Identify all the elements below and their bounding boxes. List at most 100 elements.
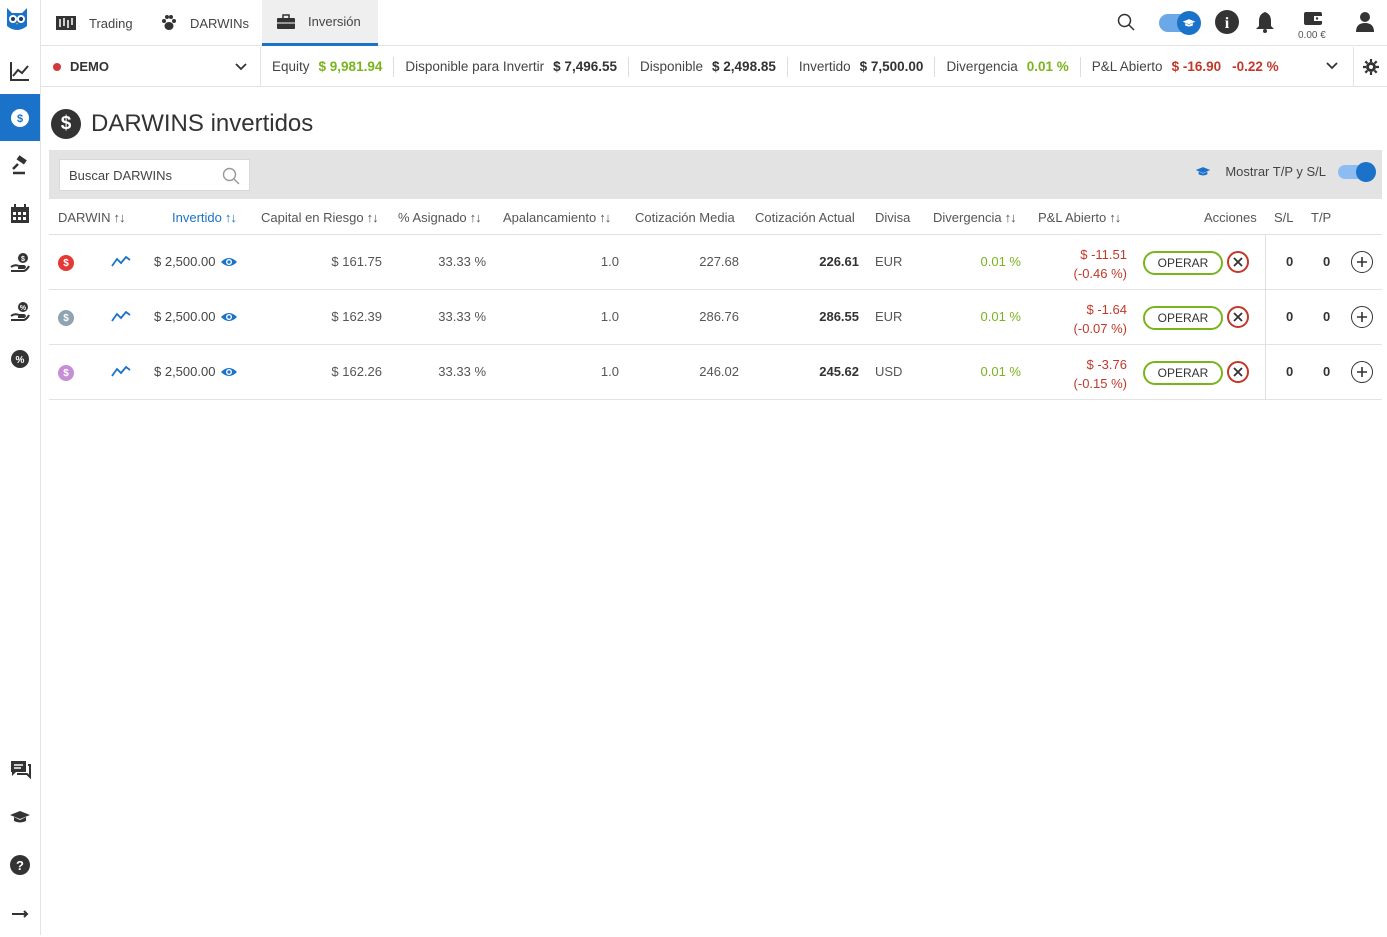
sidebar-item-hand-percent[interactable]: % <box>0 287 40 334</box>
column-divider <box>1265 290 1266 345</box>
sidebar-item-chart[interactable] <box>0 47 40 94</box>
sl-cell: 0 <box>1286 364 1294 379</box>
account-selector[interactable]: DEMO <box>41 46 261 87</box>
add-tp-sl-button[interactable] <box>1351 251 1373 273</box>
account-metrics: Equity $ 9,981.94 Disponible para Invert… <box>261 47 1290 87</box>
svg-text:?: ? <box>16 858 24 873</box>
metric-invested: Invertido $ 7,500.00 <box>788 56 936 77</box>
darwin-coin-icon: $ <box>58 310 74 326</box>
column-divider <box>1265 345 1266 400</box>
sl-cell: 0 <box>1286 254 1294 269</box>
sparkline-icon[interactable] <box>111 254 131 268</box>
chat-icon <box>11 760 31 779</box>
briefcase-icon <box>277 13 295 29</box>
capital-cell: $ 162.26 <box>331 364 382 379</box>
table-header: DARWIN ↑↓ Invertido ↑↓ Capital en Riesgo ↑↓… <box>49 200 1382 235</box>
dollar-circle-icon: $ <box>51 109 81 139</box>
add-tp-sl-button[interactable] <box>1351 306 1373 328</box>
tab-darwins[interactable]: DARWINs <box>146 0 263 46</box>
dollar-circle-icon: $ <box>11 108 29 127</box>
sidebar-item-help[interactable]: ? <box>0 841 40 888</box>
owl-logo-icon[interactable] <box>4 6 30 34</box>
sidebar-item-auction[interactable] <box>0 141 40 188</box>
operar-button[interactable]: OPERAR <box>1143 251 1223 275</box>
notifications-button[interactable] <box>1254 9 1276 35</box>
paw-icon <box>162 15 176 30</box>
table-row: $ $ 2,500.00 $ 162.39 33.33 % 1.0 286.76 286.5… <box>49 290 1382 345</box>
svg-text:i: i <box>1225 15 1230 32</box>
plus-icon <box>1357 312 1367 322</box>
academy-mode-toggle[interactable] <box>1159 11 1201 35</box>
svg-text:$: $ <box>17 113 23 125</box>
col-pnl-abierto[interactable]: P&L Abierto ↑↓ <box>1038 210 1121 225</box>
info-button[interactable]: i <box>1214 9 1240 35</box>
assigned-cell: 33.33 % <box>438 254 486 269</box>
currency-cell: EUR <box>875 254 903 269</box>
show-tp-sl-label: Mostrar T/P y S/L <box>1225 164 1326 179</box>
help-circle-icon: ? <box>10 854 30 875</box>
col-invertido[interactable]: Invertido ↑↓ <box>172 210 237 225</box>
avg-quote-cell: 227.68 <box>699 254 739 269</box>
divergence-value: 0.01 % <box>1026 59 1069 74</box>
plus-icon <box>1357 367 1367 377</box>
close-position-button[interactable] <box>1227 251 1249 273</box>
operar-button[interactable]: OPERAR <box>1143 361 1223 385</box>
add-tp-sl-button[interactable] <box>1351 361 1373 383</box>
filter-bar: Buscar DARWINs Mostrar T/P y S/L <box>49 150 1382 199</box>
show-tp-sl-toggle[interactable] <box>1338 161 1376 182</box>
tab-trading-label: Trading <box>89 15 133 31</box>
col-divergencia[interactable]: Divergencia ↑↓ <box>933 210 1017 225</box>
col-sl: S/L <box>1274 210 1294 225</box>
currency-cell: USD <box>875 364 903 379</box>
settings-button[interactable] <box>1353 47 1387 87</box>
metric-divergence: Divergencia 0.01 % <box>935 56 1081 77</box>
sidebar-item-percent[interactable]: % <box>0 335 40 382</box>
tp-cell: 0 <box>1323 364 1331 379</box>
page-title: $ DARWINS invertidos <box>51 109 313 139</box>
col-darwin[interactable]: DARWIN ↑↓ <box>58 210 125 225</box>
col-capital-en-riesgo[interactable]: Capital en Riesgo ↑↓ <box>261 210 379 225</box>
open-pnl-cell: $ -11.51 (-0.46 %) <box>1073 247 1127 281</box>
sidebar-item-academy[interactable] <box>0 793 40 840</box>
search-button[interactable] <box>1116 9 1136 35</box>
close-position-button[interactable] <box>1227 361 1249 383</box>
svg-text:$: $ <box>21 256 25 263</box>
close-position-button[interactable] <box>1227 306 1249 328</box>
view-investment-button[interactable] <box>220 256 238 268</box>
show-tp-sl-control: Mostrar T/P y S/L <box>1195 161 1376 182</box>
view-investment-button[interactable] <box>220 366 238 378</box>
expand-metrics-chevron-icon[interactable] <box>1325 59 1339 73</box>
search-darwins-field[interactable]: Buscar DARWINs <box>59 159 250 191</box>
col-apalancamiento[interactable]: Apalancamiento ↑↓ <box>503 210 611 225</box>
sidebar-item-investment[interactable]: $ <box>0 94 40 141</box>
view-investment-button[interactable] <box>220 311 238 323</box>
current-quote-cell: 286.55 <box>819 309 859 324</box>
col-tp: T/P <box>1311 210 1332 225</box>
current-quote-cell: 245.62 <box>819 364 859 379</box>
sidebar-item-chat[interactable] <box>0 745 40 792</box>
line-chart-icon <box>10 61 29 81</box>
tp-cell: 0 <box>1323 309 1331 324</box>
operar-button[interactable]: OPERAR <box>1143 306 1223 330</box>
col-cotizacion-media: Cotización Media <box>635 210 735 225</box>
sidebar-expand[interactable] <box>0 890 40 937</box>
wallet-button[interactable] <box>1302 10 1324 26</box>
user-icon <box>1356 12 1374 32</box>
metric-equity: Equity $ 9,981.94 <box>272 56 395 77</box>
sidebar-item-calendar[interactable] <box>0 190 40 237</box>
tab-trading[interactable]: Trading <box>41 0 147 46</box>
page-title-text: DARWINS invertidos <box>91 110 314 137</box>
leverage-cell: 1.0 <box>600 364 619 379</box>
available-to-invest-value: $ 7,496.55 <box>553 59 617 74</box>
svg-text:%: % <box>16 355 25 366</box>
col-asignado[interactable]: % Asignado ↑↓ <box>398 210 482 225</box>
tab-inversion[interactable]: Inversión <box>262 0 378 46</box>
user-menu-button[interactable] <box>1354 9 1376 35</box>
sparkline-icon[interactable] <box>111 309 131 323</box>
metric-available-to-invest: Disponible para Invertir $ 7,496.55 <box>394 56 629 77</box>
available-value: $ 2,498.85 <box>712 59 776 74</box>
candlestick-icon <box>56 16 76 30</box>
graduation-cap-icon <box>10 810 30 822</box>
sparkline-icon[interactable] <box>111 364 131 378</box>
sidebar-item-hand-dollar[interactable]: $ <box>0 238 40 285</box>
